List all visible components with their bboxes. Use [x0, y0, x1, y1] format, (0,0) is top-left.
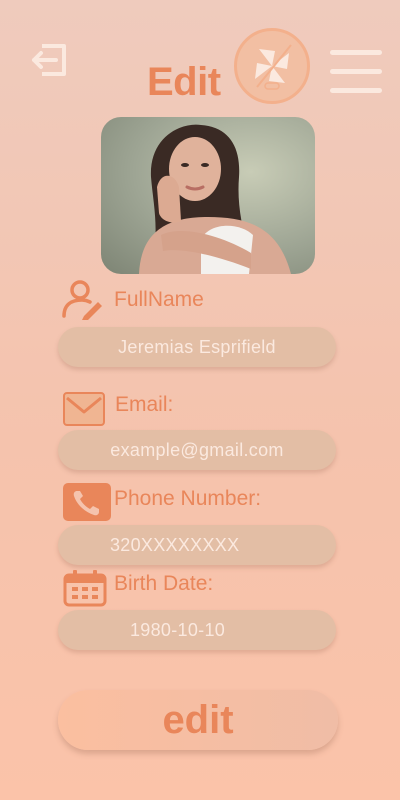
logout-icon — [32, 44, 66, 76]
email-label: Email: — [115, 393, 174, 416]
mail-icon — [62, 391, 106, 427]
phone-icon — [63, 483, 111, 521]
fullname-value: Jeremias Esprifield — [118, 337, 276, 357]
phone-field[interactable]: 320XXXXXXXX — [58, 525, 336, 565]
profile-photo[interactable] — [101, 117, 315, 274]
birthdate-field[interactable]: 1980-10-10 — [58, 610, 336, 650]
app-logo — [234, 28, 310, 104]
birthdate-value: 1980-10-10 — [130, 620, 226, 640]
user-edit-icon — [60, 278, 104, 320]
email-value: example@gmail.com — [110, 440, 284, 460]
fullname-field[interactable]: Jeremias Esprifield — [58, 327, 336, 367]
edit-button[interactable]: edit — [58, 690, 338, 750]
calendar-icon — [63, 569, 107, 607]
pinwheel-icon — [255, 44, 292, 90]
menu-bar — [330, 50, 382, 55]
back-button[interactable] — [28, 40, 70, 80]
birthdate-label: Birth Date: — [114, 572, 214, 595]
menu-button[interactable] — [330, 50, 382, 102]
fullname-label: FullName — [114, 288, 204, 311]
menu-bar — [330, 69, 382, 74]
menu-bar — [330, 88, 382, 93]
email-field[interactable]: example@gmail.com — [58, 430, 336, 470]
phone-value: 320XXXXXXXX — [110, 535, 240, 555]
phone-label: Phone Number: — [114, 487, 262, 510]
portrait-image — [139, 124, 291, 274]
page-title: Edit — [147, 60, 221, 104]
